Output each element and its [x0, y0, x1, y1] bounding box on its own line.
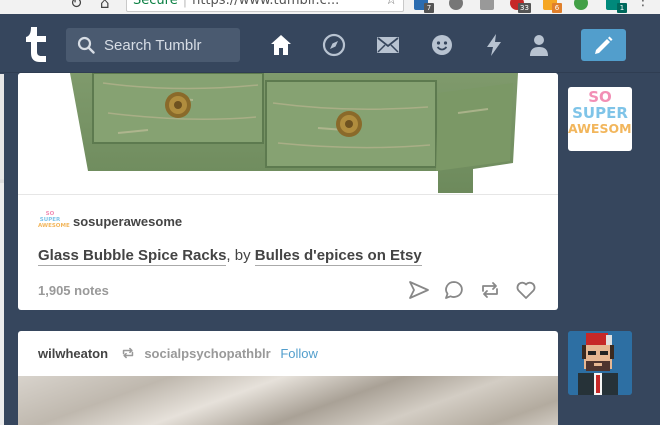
pixel-avatar-icon: [568, 331, 632, 395]
reblog-icon: [122, 347, 133, 359]
post-card: wilwheaton socialpsychopathblr Follow: [18, 331, 558, 425]
extension-icon[interactable]: [449, 0, 463, 10]
reblog-source-link[interactable]: socialpsychopathblr: [144, 346, 270, 361]
avatar-text: AWESOME: [568, 121, 632, 136]
caption-separator: , by: [226, 247, 255, 264]
extension-icon[interactable]: [574, 0, 588, 10]
blog-avatar[interactable]: [568, 331, 632, 395]
extension-icon[interactable]: [480, 0, 494, 10]
extension-badge: 7: [424, 3, 434, 13]
avatar-text: AWESOME: [38, 223, 70, 229]
messaging-icon[interactable]: [430, 33, 454, 57]
extension-badge: 6: [552, 3, 562, 13]
like-icon[interactable]: [515, 279, 537, 301]
compose-icon: [595, 36, 613, 54]
blog-name-link[interactable]: sosuperawesome: [73, 214, 182, 229]
extension-badge: 33: [518, 3, 531, 13]
search-box[interactable]: [66, 28, 240, 62]
post-author-link[interactable]: wilwheaton: [38, 346, 108, 361]
extension-badge: 1: [617, 3, 627, 13]
address-separator: |: [182, 0, 188, 8]
reply-icon[interactable]: [443, 279, 465, 301]
dashboard-header: [0, 14, 660, 73]
post-header: wilwheaton socialpsychopathblr Follow: [38, 346, 318, 362]
post-photo[interactable]: [18, 376, 558, 425]
caption-title-link[interactable]: Glass Bubble Spice Racks: [38, 247, 227, 266]
search-icon: [77, 36, 95, 54]
reblog-icon[interactable]: [479, 279, 501, 301]
tumblr-logo-icon[interactable]: [22, 25, 52, 63]
home-icon[interactable]: [269, 33, 293, 57]
search-input[interactable]: [104, 28, 236, 62]
browser-menu-icon[interactable]: ⋮: [636, 0, 650, 9]
address-bar[interactable]: Secure | https://www.tumblr.c... ☆: [126, 0, 404, 12]
background-window-edge: [0, 74, 4, 425]
explore-icon[interactable]: [322, 33, 346, 57]
secure-label: Secure: [133, 0, 178, 8]
caption-shop-link[interactable]: Bulles d'epices on Etsy: [254, 247, 422, 266]
follow-button[interactable]: Follow: [280, 346, 318, 361]
reload-icon[interactable]: ↻: [70, 0, 83, 12]
account-icon[interactable]: [527, 33, 551, 57]
avatar-text: SUPER: [572, 104, 628, 122]
post-caption: Glass Bubble Spice Racks, by Bulles d'ep…: [38, 247, 422, 266]
url-text: https://www.tumblr.c...: [192, 0, 340, 8]
compose-button[interactable]: [581, 29, 626, 61]
notes-count[interactable]: 1,905 notes: [38, 283, 109, 298]
post-photo[interactable]: [18, 73, 558, 195]
spice-rack-photo-icon: [70, 73, 518, 193]
inbox-icon[interactable]: [376, 33, 400, 57]
post-card: SO SUPER AWESOME sosuperawesome Glass Bu…: [18, 73, 558, 310]
share-icon[interactable]: [408, 279, 430, 301]
browser-toolbar: ↻ ⌂ Secure | https://www.tumblr.c... ☆ 7 3…: [0, 0, 660, 14]
blog-avatar[interactable]: SO SUPER AWESOME: [38, 210, 70, 234]
home-page-icon[interactable]: ⌂: [100, 0, 110, 12]
avatar-text: SO: [588, 88, 612, 106]
activity-icon[interactable]: [482, 33, 506, 57]
blog-avatar[interactable]: SO SUPER AWESOME: [568, 87, 632, 151]
bookmark-star-icon[interactable]: ☆: [385, 0, 397, 11]
